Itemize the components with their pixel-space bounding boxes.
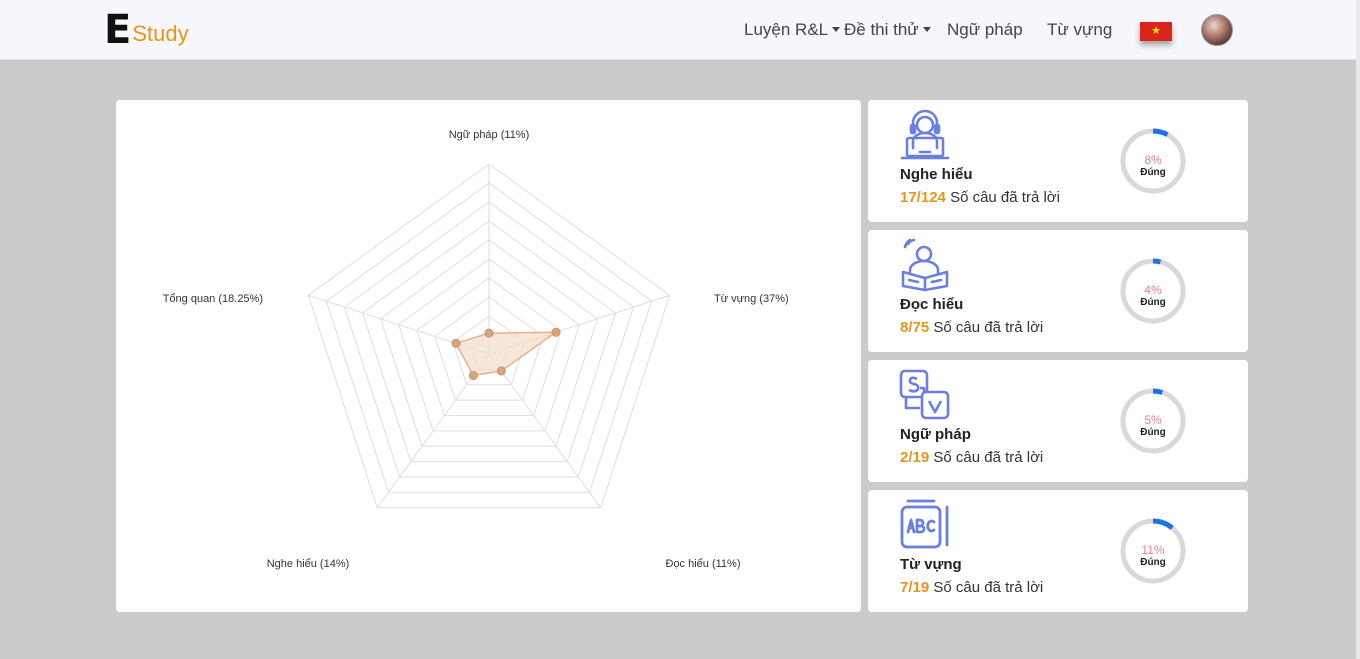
flag-star: ★ bbox=[1151, 25, 1161, 37]
stat-card-nghe-hieu[interactable]: Nghe hiểu 17/124 Số câu đã trả lời 8% Đú… bbox=[868, 100, 1248, 222]
stat-title: Đọc hiểu bbox=[900, 296, 964, 313]
stat-count: 2/19 bbox=[900, 449, 930, 466]
correct-label: Đúng bbox=[1140, 557, 1166, 568]
user-avatar[interactable] bbox=[1201, 14, 1233, 46]
stat-caption: Số câu đã trả lời bbox=[933, 319, 1044, 336]
top-navbar: E Study Luyện R&L Đề thi thử Ngữ pháp Từ… bbox=[0, 0, 1356, 60]
stat-caption: Số câu đã trả lời bbox=[933, 449, 1044, 466]
correct-label: Đúng bbox=[1140, 297, 1166, 308]
stat-title: Ngữ pháp bbox=[900, 426, 971, 443]
nav-ngu-phap[interactable]: Ngữ pháp bbox=[947, 20, 1023, 40]
stat-answered: 17/124 Số câu đã trả lời bbox=[900, 189, 1060, 206]
nav-tu-vung[interactable]: Từ vựng bbox=[1047, 20, 1112, 40]
stat-caption: Số câu đã trả lời bbox=[950, 189, 1060, 206]
estudy-logo[interactable]: E Study bbox=[104, 10, 189, 50]
radar-label-tong-quan: Tổng quan (18.25%) bbox=[163, 293, 263, 305]
percent-correct: 4% bbox=[1144, 283, 1162, 297]
page-scrollbar[interactable] bbox=[1356, 0, 1360, 659]
radar-label-nghe-hieu: Nghe hiểu (14%) bbox=[267, 558, 350, 570]
stat-card-ngu-phap[interactable]: Ngữ pháp 2/19 Số câu đã trả lời 5% Đúng bbox=[868, 360, 1248, 482]
radar-label-doc-hieu: Đọc hiểu (11%) bbox=[666, 558, 741, 570]
radar-label-ngu-phap: Ngữ pháp (11%) bbox=[449, 129, 530, 141]
radar-point bbox=[451, 338, 461, 348]
stat-answered: 8/75 Số câu đã trả lời bbox=[900, 319, 1043, 336]
nav-de-thi-thu[interactable]: Đề thi thử bbox=[844, 20, 931, 40]
stat-card-doc-hieu[interactable]: Đọc hiểu 8/75 Số câu đã trả lời 4% Đúng bbox=[868, 230, 1248, 352]
logo-name: Study bbox=[132, 21, 189, 46]
abc-notebook-icon bbox=[900, 499, 949, 549]
radar-data-area bbox=[454, 331, 559, 377]
radar-chart-card: Ngữ pháp (11%) Từ vựng (37%) Đọc hiểu (1… bbox=[116, 100, 861, 612]
radar-point bbox=[468, 371, 478, 381]
grammar-sv-icon bbox=[899, 369, 950, 420]
stat-title: Nghe hiểu bbox=[900, 166, 973, 183]
vietnam-flag-icon[interactable]: ★ bbox=[1140, 22, 1172, 41]
nav-de-thi-thu-label: Đề thi thử bbox=[844, 20, 919, 39]
nav-ngu-phap-label: Ngữ pháp bbox=[947, 20, 1023, 39]
logo-letter: E bbox=[104, 7, 132, 53]
nav-luyen-rl[interactable]: Luyện R&L bbox=[744, 20, 841, 40]
headset-laptop-icon bbox=[900, 109, 950, 160]
reader-book-icon bbox=[901, 238, 949, 292]
radar-point bbox=[484, 328, 494, 338]
radar-point bbox=[551, 327, 561, 337]
correct-label: Đúng bbox=[1140, 427, 1166, 438]
radar-label-tu-vung: Từ vựng (37%) bbox=[714, 293, 789, 305]
percent-correct: 8% bbox=[1144, 153, 1162, 167]
stat-count: 8/75 bbox=[900, 319, 930, 336]
nav-luyen-rl-label: Luyện R&L bbox=[744, 20, 829, 39]
correct-label: Đúng bbox=[1140, 167, 1166, 178]
percent-correct: 11% bbox=[1141, 543, 1165, 557]
radar-chart: Ngữ pháp (11%) Từ vựng (37%) Đọc hiểu (1… bbox=[163, 129, 789, 570]
nav-tu-vung-label: Từ vựng bbox=[1047, 20, 1113, 39]
stat-card-tu-vung[interactable]: Từ vựng 7/19 Số câu đã trả lời 11% Đúng bbox=[868, 490, 1248, 612]
stat-answered: 7/19 Số câu đã trả lời bbox=[900, 579, 1043, 596]
stat-answered: 2/19 Số câu đã trả lời bbox=[900, 449, 1043, 466]
stat-caption: Số câu đã trả lời bbox=[933, 579, 1044, 596]
caret-down-icon bbox=[922, 27, 931, 33]
stat-title: Từ vựng bbox=[900, 556, 962, 573]
radar-point bbox=[496, 366, 506, 376]
stat-count: 7/19 bbox=[900, 579, 930, 596]
percent-correct: 5% bbox=[1144, 413, 1162, 427]
stat-count: 17/124 bbox=[900, 189, 946, 206]
caret-down-icon bbox=[832, 27, 841, 33]
